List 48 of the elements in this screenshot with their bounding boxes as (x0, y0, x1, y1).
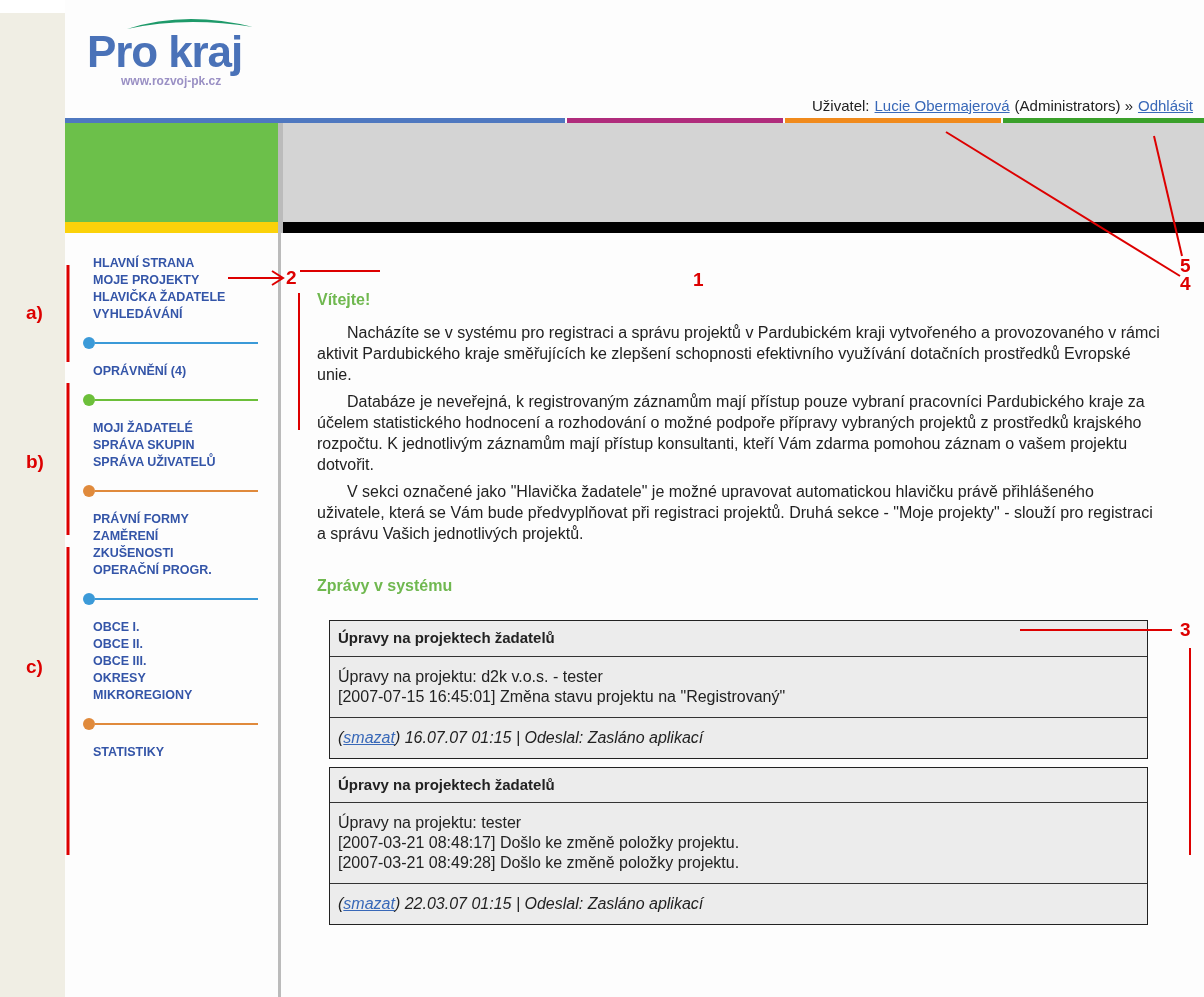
menu-item[interactable]: OKRESY (93, 670, 258, 687)
annotation-label: b) (26, 452, 44, 471)
message-title: Úpravy na projektech žadatelů (330, 621, 1147, 657)
message-title: Úpravy na projektech žadatelů (330, 767, 1147, 803)
menu-item[interactable]: MOJI ŽADATELÉ (93, 420, 258, 437)
welcome-heading: Vítejte! (317, 290, 372, 310)
welcome-paragraph: Databáze je neveřejná, k registrovaným záznamům mají přístup pouze vybraní pracovníci Pardubického kraje za účelem statistického hodnocení a rozhodování o možné podpoře přípravy vybraných projektů z prostředků krajského rozpočtu. K jednotlivým záznamům mají přístup konsultanti, kteří Vám zdarma pomohou záznam o vašem projektu dotvořit. (317, 392, 1146, 475)
logo-name: Pro kraj (87, 30, 244, 74)
menu-item[interactable]: OPRÁVNĚNÍ (4) (93, 363, 258, 380)
menu-item[interactable]: VYHLEDÁVÁNÍ (93, 306, 258, 323)
annotation-label: 4 (1180, 274, 1191, 293)
menu-item[interactable]: SPRÁVA UŽIVATELŮ (93, 454, 258, 471)
menu-item[interactable]: HLAVIČKA ŽADATELE (93, 289, 258, 306)
welcome-paragraph: Nacházíte se v systému pro registraci a správu projektů v Pardubickém kraji vytvořeného a provozovaného v rámci aktivit Pardubického kraje směřujících ke zlepšení schopnosti efektivního využívání dotačních prostředků Evropské unie. (317, 323, 1160, 385)
menu-item[interactable]: MOJE PROJEKTY (93, 272, 258, 289)
menu-item[interactable]: STATISTIKY (93, 744, 258, 761)
menu-item[interactable]: OBCE II. (93, 636, 258, 653)
message-line: Úpravy na projektu: tester (338, 813, 522, 833)
logo-url: www.rozvoj-pk.cz (121, 74, 222, 90)
message-line: [2007-03-21 08:49:28] Došlo ke změně položky projektu. (338, 853, 740, 873)
menu-item[interactable]: HLAVNÍ STRANA (93, 255, 258, 272)
menu-item[interactable]: OPERAČNÍ PROGR. (93, 562, 258, 579)
annotation-label: 2 (286, 268, 297, 287)
menu-item[interactable]: OBCE I. (93, 619, 258, 636)
menu-item[interactable]: ZAMĚRENÍ (93, 528, 258, 545)
annotation-label: 3 (1180, 620, 1191, 639)
user-label: Uživatel: (812, 96, 870, 116)
messages-heading: Zprávy v systému (317, 576, 454, 596)
annotation-label: 5 (1180, 256, 1191, 275)
message-line: [2007-03-21 08:48:17] Došlo ke změně položky projektu. (338, 833, 740, 853)
menu-item[interactable]: ZKUŠENOSTI (93, 545, 258, 562)
annotation-label: c) (26, 657, 43, 676)
welcome-paragraph: V sekci označené jako "Hlavička žadatele" je možné upravovat automatickou hlavičku právě přihlášeného uživatele, která se Vám bude předvyplňovat při registraci projektů. Druhá sekce - "Moje projekty" - slouží pro registraci a správu Vašich jednotlivých projektů. (317, 482, 1154, 544)
user-link[interactable]: Lucie Obermajerová (874, 95, 1010, 118)
menu-item[interactable]: PRÁVNÍ FORMY (93, 511, 258, 528)
message-footer: (smazat) 22.03.07 01:15 | Odeslal: Zasláno aplikací (330, 884, 1147, 924)
annotation-label: a) (26, 303, 43, 322)
message-line: [2007-07-15 16:45:01] Změna stavu projektu na "Registrovaný" (338, 686, 786, 707)
menu-item[interactable]: SPRÁVA SKUPIN (93, 437, 258, 454)
annotation-label: 1 (693, 270, 704, 289)
menu-item[interactable]: OBCE III. (93, 653, 258, 670)
logo[interactable]: Pro kraj www.rozvoj-pk.cz (87, 14, 255, 90)
user-role: (Administrators) » (1014, 96, 1133, 116)
message-footer: (smazat) 16.07.07 01:15 | Odeslal: Zasláno aplikací (330, 717, 1147, 758)
menu-item[interactable]: MIKROREGIONY (93, 687, 258, 704)
logout-link[interactable]: Odhlásit (1137, 95, 1193, 118)
message-line: Úpravy na projektu: d2k v.o.s. - tester (338, 666, 603, 687)
leader-arrow (227, 270, 285, 286)
